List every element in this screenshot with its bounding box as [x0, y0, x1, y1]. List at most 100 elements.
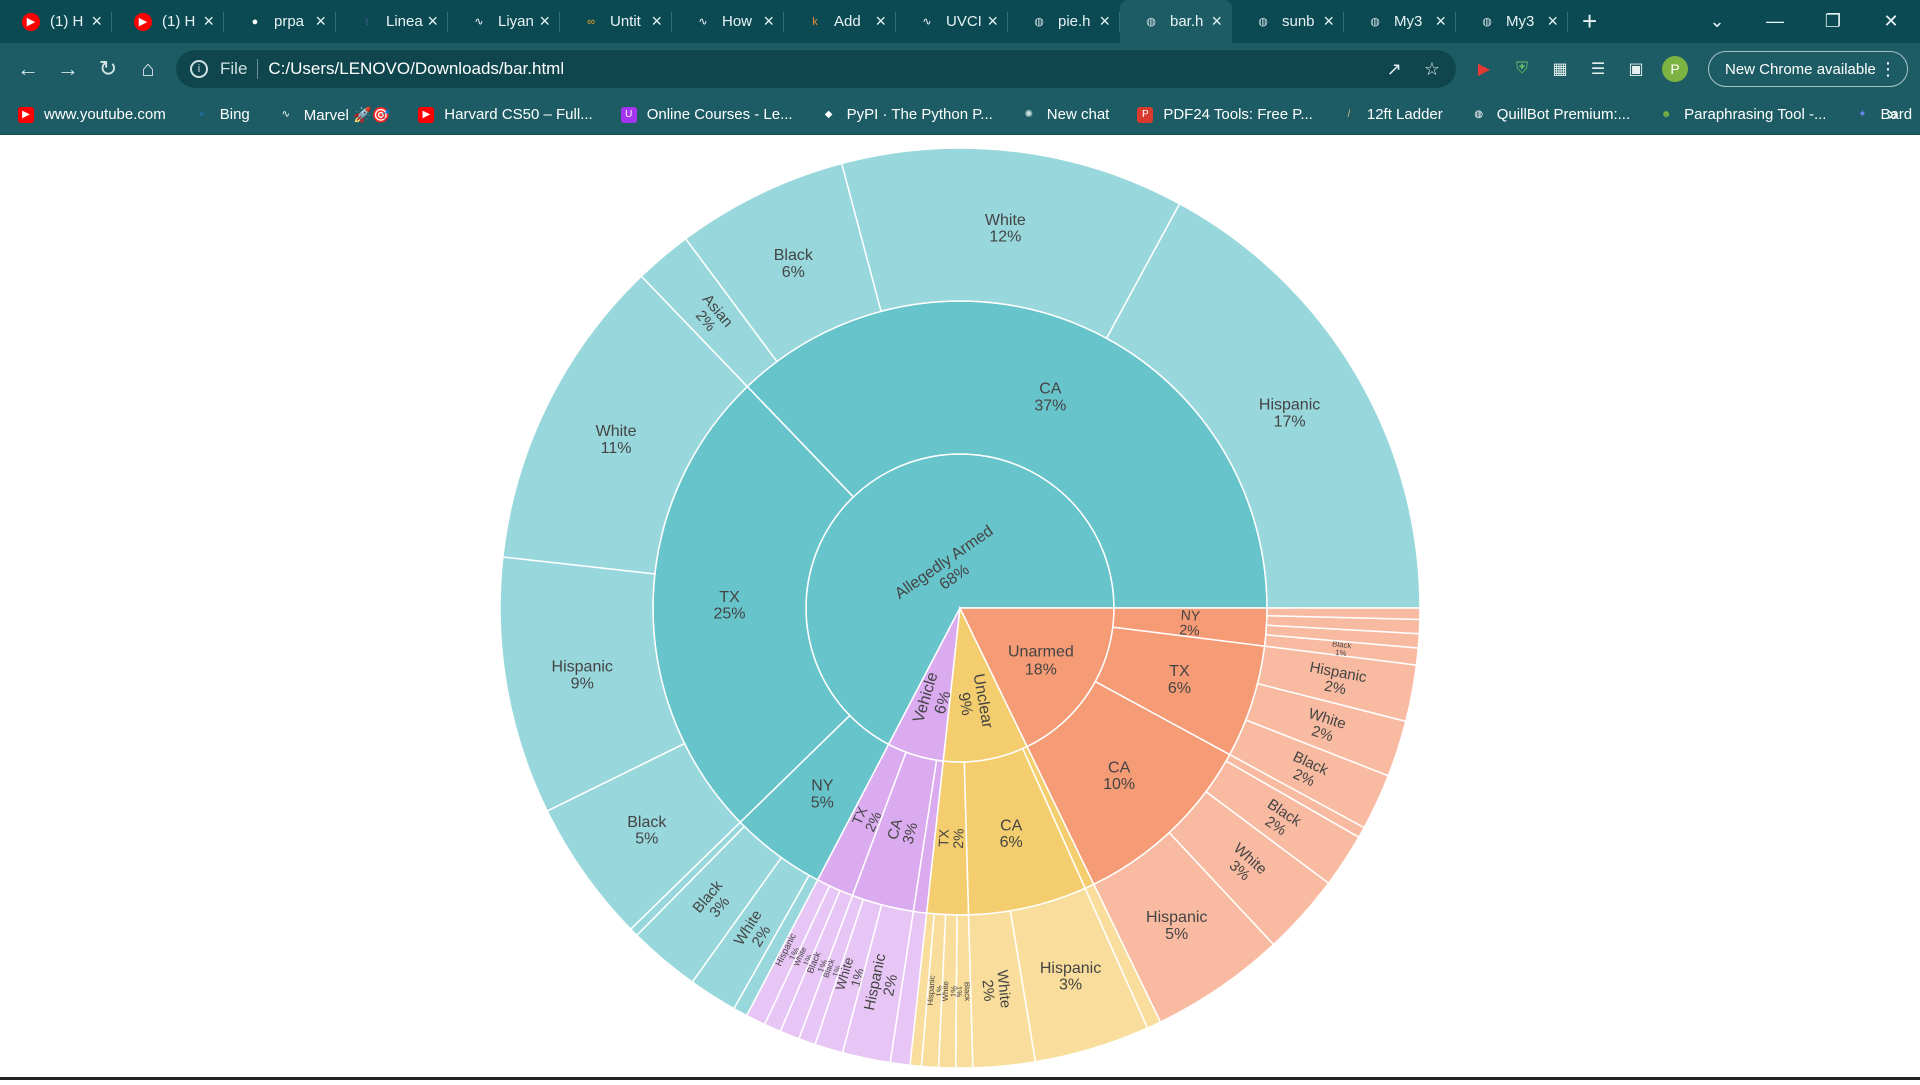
browser-tab[interactable]: ∞ Untit ×: [560, 0, 672, 43]
browser-tab[interactable]: ∿ How ×: [672, 0, 784, 43]
restore-icon[interactable]: ❐: [1804, 11, 1862, 32]
infinity-icon: ∞: [587, 15, 595, 28]
tab-close-icon[interactable]: ×: [763, 11, 774, 32]
bookmark-label: Marvel 🚀🎯: [303, 106, 391, 124]
state-label: TX 6%: [1168, 663, 1191, 697]
bookmark-item[interactable]: ◆ PyPI · The Python P...: [821, 106, 993, 123]
bookmark-label: 12ft Ladder: [1366, 106, 1443, 123]
home-icon[interactable]: ⌂: [128, 56, 168, 82]
tab-title: sunb: [1282, 13, 1315, 30]
tab-title: Liyan: [498, 13, 534, 30]
new-chrome-available-button[interactable]: New Chrome available ⋮: [1708, 51, 1908, 87]
tab-close-icon[interactable]: ×: [315, 11, 326, 32]
wave-icon: ∿: [922, 16, 932, 28]
bookmark-item[interactable]: / 12ft Ladder: [1341, 106, 1443, 123]
state-label: NY2%: [1179, 607, 1201, 639]
bookmark-label: Bing: [219, 106, 250, 123]
kebab-menu-icon[interactable]: ⋮: [1879, 59, 1897, 80]
globe-icon: ◍: [1146, 16, 1156, 28]
wave-icon: ∿: [474, 16, 484, 28]
wave-icon: ∿: [281, 109, 290, 120]
tab-close-icon[interactable]: ×: [1099, 11, 1110, 32]
browser-tab[interactable]: ◍ bar.h ×: [1120, 0, 1232, 43]
browser-tab[interactable]: ▶ (1) H ×: [112, 0, 224, 43]
tab-close-icon[interactable]: ×: [651, 11, 662, 32]
tab-close-icon[interactable]: ×: [203, 11, 214, 32]
bookmark-item[interactable]: P PDF24 Tools: Free P...: [1137, 106, 1313, 123]
tab-title: Linea: [386, 13, 423, 30]
profile-avatar[interactable]: P: [1662, 56, 1688, 82]
bookmark-item[interactable]: ∿ Marvel 🚀🎯: [278, 106, 391, 124]
minimize-icon[interactable]: —: [1746, 11, 1804, 32]
new-tab-plus-icon[interactable]: +: [1582, 6, 1597, 37]
media-queue-icon[interactable]: ☰: [1586, 57, 1610, 81]
scheme-label: File: [220, 59, 248, 78]
bookmark-label: Paraphrasing Tool -...: [1684, 106, 1827, 123]
bookmark-item[interactable]: ☻ Paraphrasing Tool -...: [1658, 106, 1827, 123]
tab-close-icon[interactable]: ×: [987, 11, 998, 32]
address-bar[interactable]: i File C:/Users/LENOVO/Downloads/bar.htm…: [176, 50, 1456, 88]
tab-title: bar.h: [1170, 13, 1204, 30]
tab-close-icon[interactable]: ×: [1547, 11, 1558, 32]
tab-title: How: [722, 13, 753, 30]
pypi-icon: ◆: [824, 109, 833, 120]
browser-tab[interactable]: ◍ sunb ×: [1232, 0, 1344, 43]
bookmark-label: PDF24 Tools: Free P...: [1163, 106, 1313, 123]
bookmarks-overflow-icon[interactable]: »: [1888, 104, 1898, 125]
reload-icon[interactable]: ↻: [88, 56, 128, 82]
ladder-icon: /: [1347, 109, 1351, 120]
globe-icon: ◍: [1258, 16, 1268, 28]
shield-icon[interactable]: ⛨: [1510, 57, 1534, 81]
browser-tab[interactable]: ◍ My3 ×: [1456, 0, 1568, 43]
bookmark-item[interactable]: ✺ New chat: [1021, 106, 1110, 123]
tab-title: My3: [1394, 13, 1423, 30]
browser-tab[interactable]: ▶ (1) H ×: [0, 0, 112, 43]
openai-icon: ✺: [1024, 109, 1033, 120]
bookmark-item[interactable]: ▶ www.youtube.com: [18, 106, 166, 123]
share-icon[interactable]: ↗: [1387, 59, 1402, 80]
tab-search-chevron-icon[interactable]: ⌄: [1688, 11, 1746, 32]
bookmark-item[interactable]: ⌕ Bing: [194, 106, 250, 123]
tds-icon: t: [365, 15, 369, 28]
robot-icon: ☻: [1660, 109, 1672, 120]
tab-close-icon[interactable]: ×: [427, 11, 438, 32]
tab-close-icon[interactable]: ×: [1323, 11, 1334, 32]
tab-close-icon[interactable]: ×: [539, 11, 550, 32]
side-panel-icon[interactable]: ▣: [1624, 57, 1648, 81]
bookmark-label: PyPI · The Python P...: [846, 106, 993, 123]
back-arrow-icon[interactable]: ←: [8, 56, 48, 82]
tab-title: My3: [1506, 13, 1535, 30]
quillbot-icon: ◍: [1474, 109, 1484, 120]
browser-tab[interactable]: ∿ Liyan ×: [448, 0, 560, 43]
extension-red-icon[interactable]: ▶: [1472, 57, 1496, 81]
forward-arrow-icon[interactable]: →: [48, 56, 88, 82]
browser-tab[interactable]: t Linea ×: [336, 0, 448, 43]
github-icon: ●: [251, 15, 259, 28]
sunburst-chart: Hispanic 17%White 12%Black 6%Asian2%CA 37%Wh…: [499, 147, 1421, 1069]
bookmark-item[interactable]: ◍ QuillBot Premium:...: [1471, 106, 1630, 123]
state-label: TX2%: [935, 828, 966, 849]
bookmark-item[interactable]: ✦ Bard: [1854, 106, 1912, 123]
state-label: CA 6%: [1000, 817, 1023, 851]
udemy-icon: U: [620, 106, 637, 123]
kaggle-icon: k: [812, 15, 818, 28]
close-window-icon[interactable]: ✕: [1862, 11, 1920, 32]
puzzle-extensions-icon[interactable]: ▦: [1548, 57, 1572, 81]
url-text[interactable]: C:/Users/LENOVO/Downloads/bar.html: [268, 59, 564, 79]
browser-tab[interactable]: ◍ pie.h ×: [1008, 0, 1120, 43]
browser-tab[interactable]: k Add ×: [784, 0, 896, 43]
globe-icon: ◍: [1370, 16, 1380, 28]
browser-tab[interactable]: ◍ My3 ×: [1344, 0, 1456, 43]
tab-close-icon[interactable]: ×: [1211, 11, 1222, 32]
tab-close-icon[interactable]: ×: [91, 11, 102, 32]
tab-close-icon[interactable]: ×: [875, 11, 886, 32]
tab-close-icon[interactable]: ×: [1435, 11, 1446, 32]
browser-tab[interactable]: ∿ UVCI ×: [896, 0, 1008, 43]
site-info-icon[interactable]: i: [190, 60, 208, 78]
tab-title: prpa: [274, 13, 305, 30]
browser-tab[interactable]: ● prpa ×: [224, 0, 336, 43]
bookmark-label: www.youtube.com: [44, 106, 166, 123]
bookmark-item[interactable]: ▶ Harvard CS50 – Full...: [418, 106, 593, 123]
bookmark-item[interactable]: U Online Courses - Le...: [620, 106, 793, 123]
bookmark-star-icon[interactable]: ☆: [1424, 59, 1440, 80]
